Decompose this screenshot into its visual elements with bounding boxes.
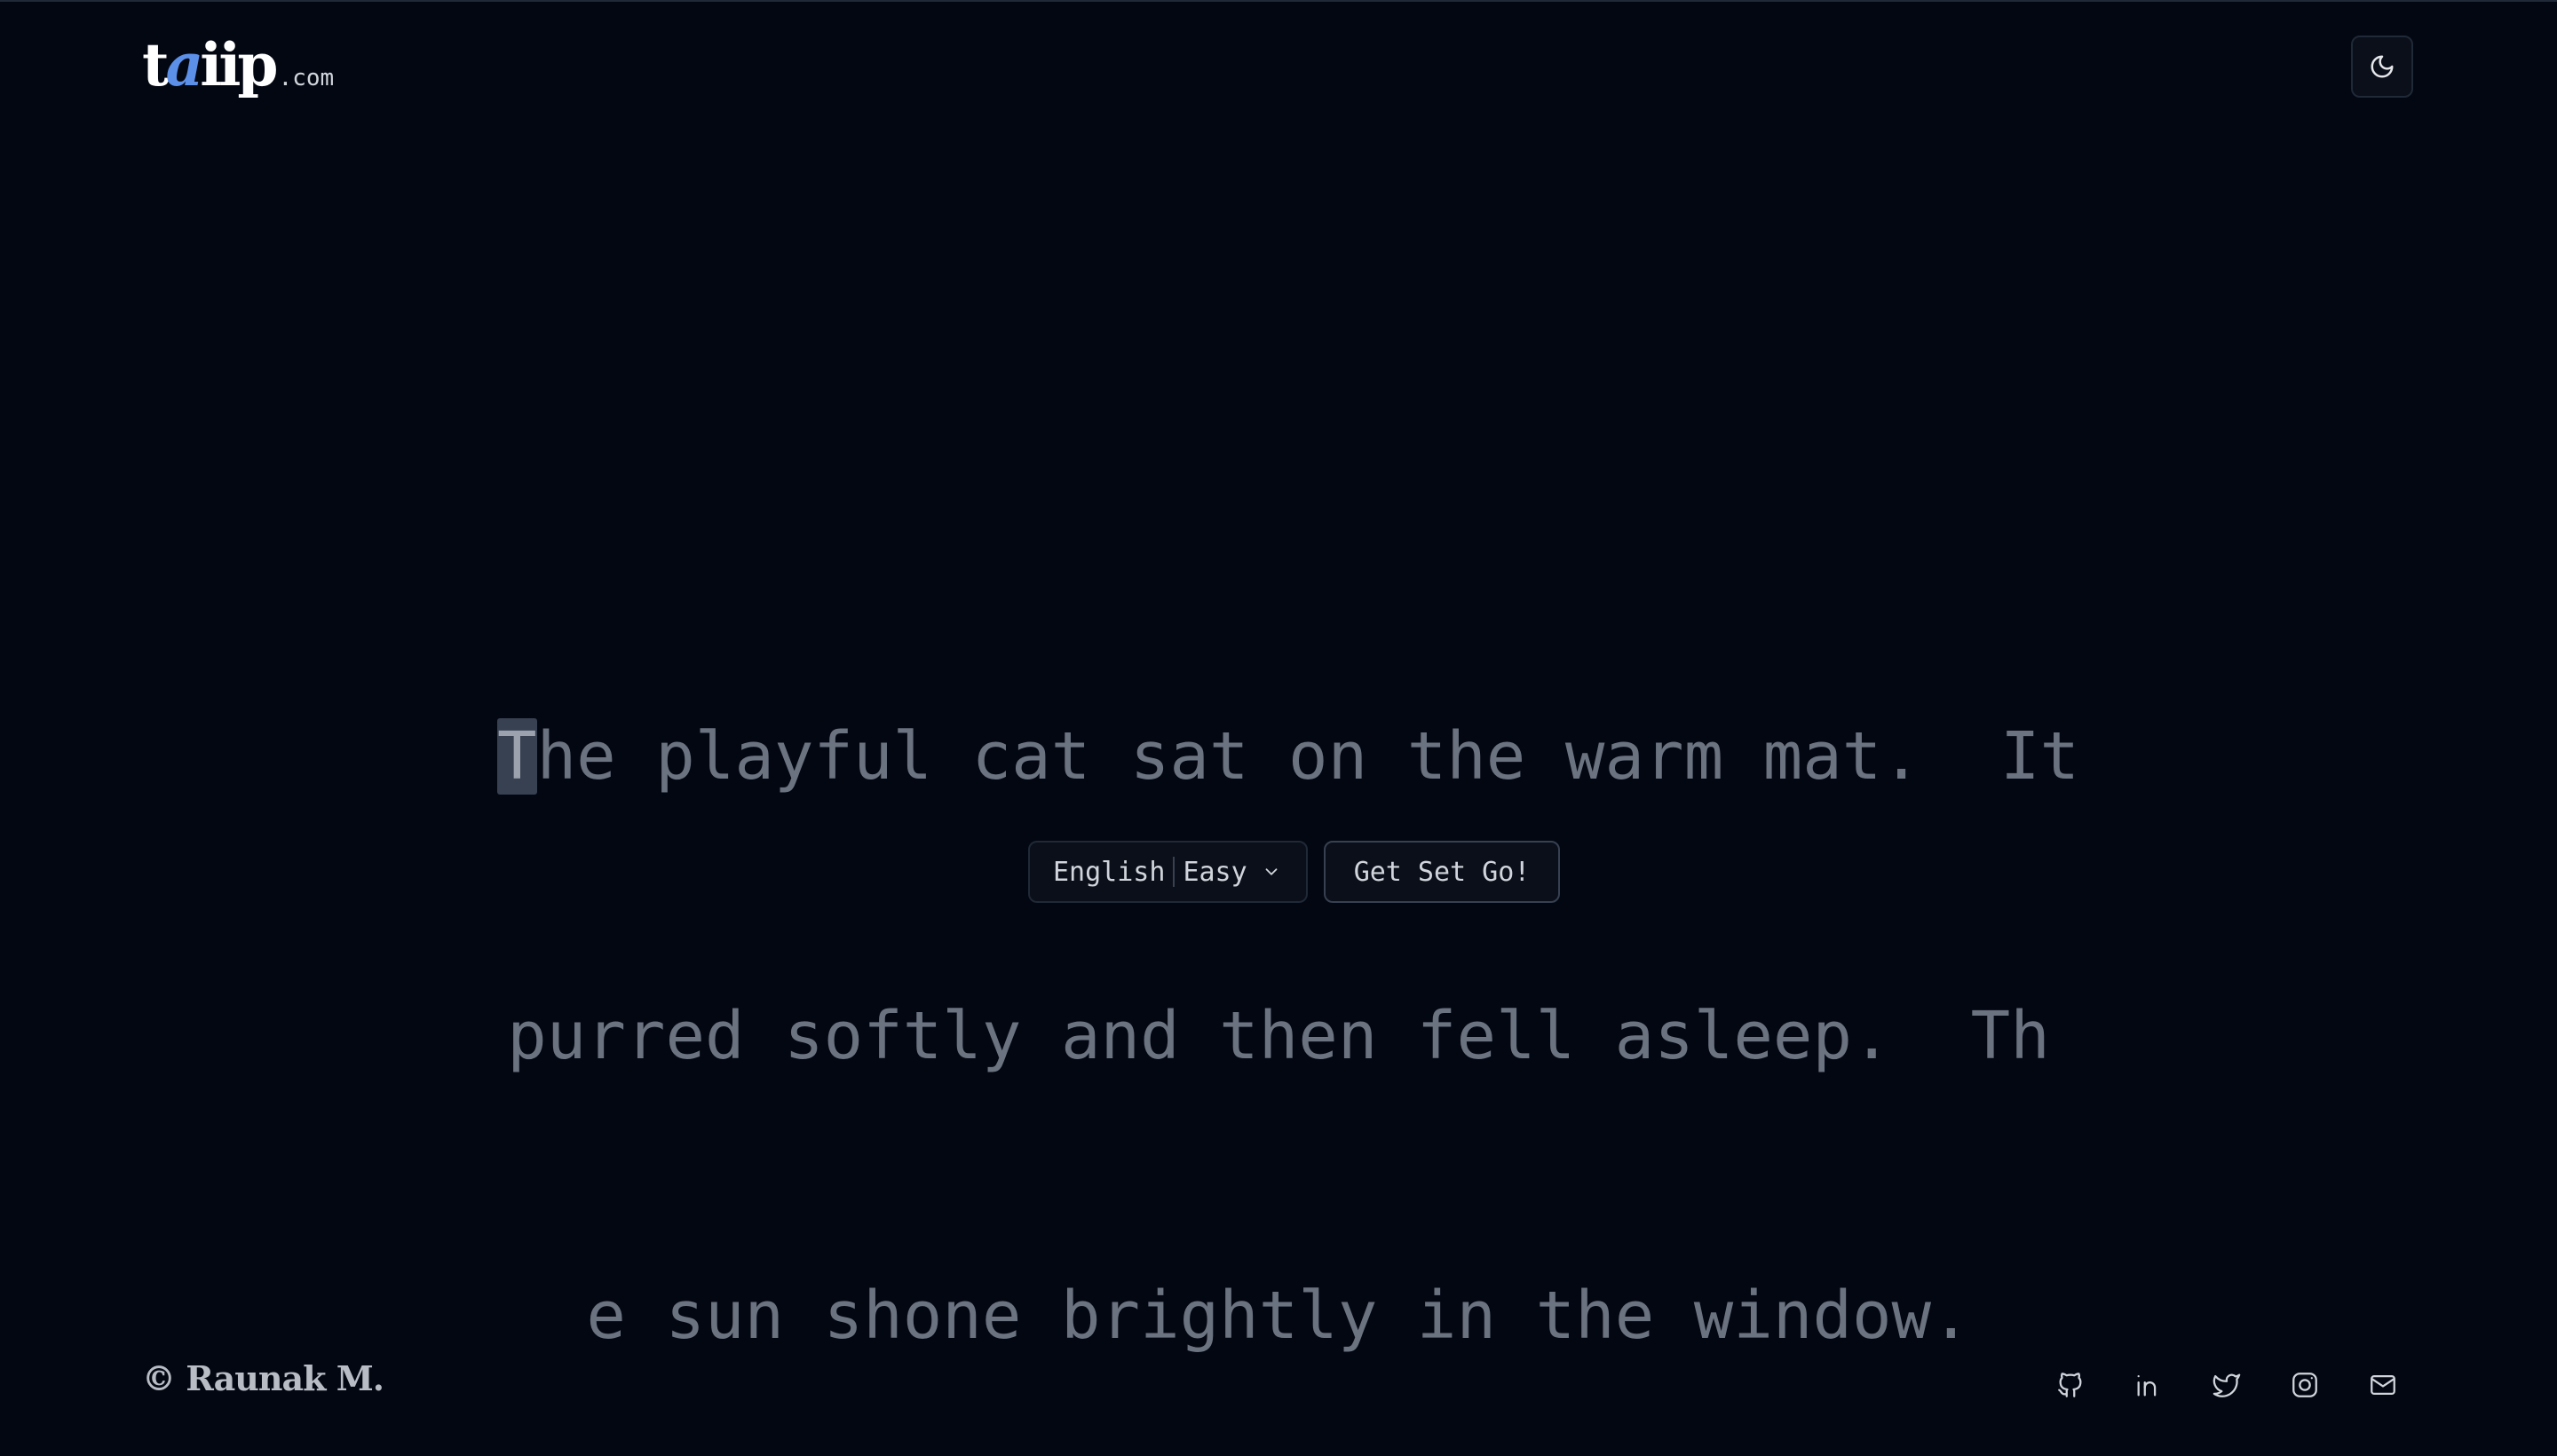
social-links bbox=[2051, 1365, 2403, 1405]
language-value: English bbox=[1053, 856, 1166, 888]
email-link[interactable] bbox=[2363, 1365, 2403, 1405]
logo-letters-iip: iip bbox=[200, 30, 278, 99]
logo-domain-suffix: .com bbox=[278, 65, 335, 91]
instagram-icon bbox=[2292, 1373, 2317, 1397]
linkedin-icon bbox=[2137, 1374, 2157, 1397]
twitter-icon bbox=[2213, 1373, 2241, 1397]
site-logo[interactable]: taiip .com bbox=[142, 36, 334, 115]
difficulty-value: Easy bbox=[1183, 856, 1247, 888]
start-test-button[interactable]: Get Set Go! bbox=[1323, 841, 1561, 903]
passage-line-2: purred softly and then fell asleep. Th bbox=[507, 998, 2050, 1074]
typing-passage[interactable]: The playful cat sat on the warm mat. It … bbox=[497, 524, 2079, 1456]
passage-line-1-text: he playful cat sat on the warm mat. It bbox=[536, 718, 2080, 795]
github-icon bbox=[2058, 1373, 2082, 1397]
passage-line-1: The playful cat sat on the warm mat. It bbox=[497, 710, 2079, 803]
linkedin-link[interactable] bbox=[2129, 1365, 2168, 1405]
twitter-link[interactable] bbox=[2207, 1365, 2246, 1405]
passage-line-3: e sun shone brightly in the window. bbox=[586, 1278, 1971, 1354]
chevron-down-icon bbox=[1262, 862, 1281, 882]
current-character-caret: T bbox=[497, 718, 537, 795]
github-link[interactable] bbox=[2051, 1365, 2090, 1405]
logo-letter-a-accent: a bbox=[165, 30, 204, 99]
instagram-link[interactable] bbox=[2285, 1365, 2324, 1405]
test-controls: English Easy Get Set Go! bbox=[1028, 841, 1561, 903]
mail-icon bbox=[2371, 1374, 2395, 1396]
theme-toggle-button[interactable] bbox=[2351, 36, 2413, 98]
select-divider bbox=[1173, 857, 1176, 887]
logo-wordmark: taiip bbox=[142, 36, 279, 94]
moon-icon bbox=[2371, 55, 2394, 78]
language-difficulty-select[interactable]: English Easy bbox=[1028, 841, 1308, 903]
logo-letter-t: t bbox=[142, 30, 169, 99]
footer-copyright: © Raunak M. bbox=[142, 1358, 384, 1398]
